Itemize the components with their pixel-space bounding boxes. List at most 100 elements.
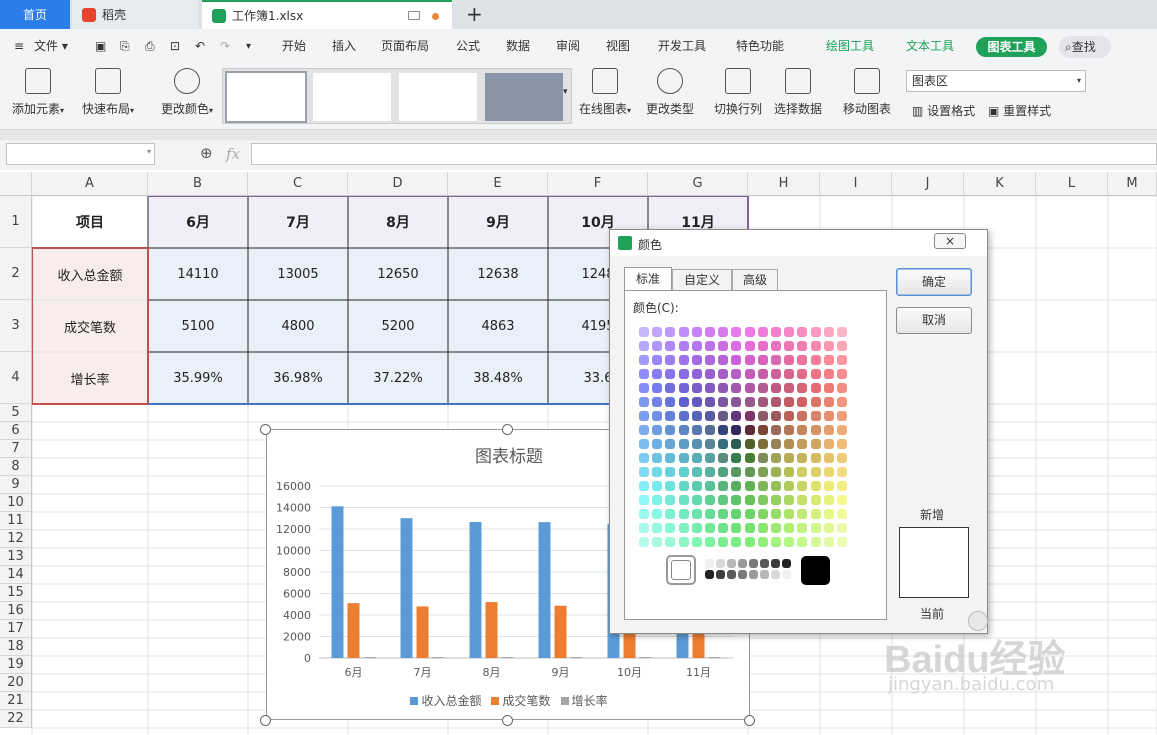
row-header-17[interactable]: 17: [0, 620, 32, 638]
row-header-8[interactable]: 8: [0, 458, 32, 476]
color-swatch[interactable]: [652, 411, 663, 421]
chart-style-1[interactable]: [225, 71, 307, 123]
color-swatch[interactable]: [652, 439, 663, 449]
undo-icon[interactable]: ↶: [195, 29, 205, 64]
column-header-C[interactable]: C: [248, 172, 348, 196]
gray-swatch[interactable]: [727, 570, 736, 579]
ok-button[interactable]: 确定: [896, 268, 972, 296]
row-header-18[interactable]: 18: [0, 638, 32, 656]
color-swatch[interactable]: [718, 467, 729, 477]
gray-swatch[interactable]: [760, 570, 769, 579]
legend-item[interactable]: 增长率: [560, 692, 608, 709]
color-swatch[interactable]: [757, 425, 768, 435]
color-swatch[interactable]: [823, 341, 834, 351]
color-swatch[interactable]: [797, 369, 808, 379]
color-swatch[interactable]: [810, 411, 821, 421]
reset-style-button[interactable]: ▣ 重置样式: [988, 102, 1051, 119]
color-swatch[interactable]: [639, 425, 649, 435]
resize-handle-se[interactable]: [744, 715, 755, 726]
color-swatch[interactable]: [705, 425, 715, 435]
color-swatch[interactable]: [718, 523, 729, 533]
color-swatch[interactable]: [837, 411, 847, 421]
chart-element-select[interactable]: 图表区 ▾: [906, 70, 1086, 92]
color-swatch[interactable]: [771, 453, 781, 463]
color-swatch[interactable]: [744, 467, 755, 477]
color-swatch[interactable]: [784, 509, 795, 519]
color-swatch[interactable]: [665, 411, 676, 421]
gray-swatch[interactable]: [716, 559, 725, 568]
color-swatch[interactable]: [691, 509, 702, 519]
color-swatch[interactable]: [639, 369, 649, 379]
color-swatch[interactable]: [837, 481, 847, 491]
column-header-H[interactable]: H: [748, 172, 820, 196]
menu-features[interactable]: 特色功能: [736, 29, 784, 64]
color-swatch[interactable]: [744, 453, 755, 463]
color-swatch[interactable]: [757, 383, 768, 393]
search-button[interactable]: ⌕查找: [1059, 36, 1111, 58]
menu-insert[interactable]: 插入: [332, 29, 356, 64]
color-swatch[interactable]: [639, 467, 649, 477]
table-cell[interactable]: 12638: [448, 248, 548, 300]
color-swatch[interactable]: [810, 425, 821, 435]
color-swatch[interactable]: [718, 481, 729, 491]
table-cell[interactable]: 35.99%: [148, 352, 248, 404]
tab-daoke[interactable]: 稻壳: [72, 0, 198, 29]
color-swatch[interactable]: [771, 537, 781, 547]
gray-swatch[interactable]: [738, 570, 747, 579]
gray-swatch[interactable]: [749, 570, 758, 579]
hamburger-icon[interactable]: ≡: [14, 29, 24, 64]
color-swatch[interactable]: [757, 537, 768, 547]
color-swatch[interactable]: [823, 327, 834, 337]
color-swatch[interactable]: [757, 523, 768, 533]
gray-swatch[interactable]: [716, 570, 725, 579]
table-cell[interactable]: 12650: [348, 248, 448, 300]
color-swatch[interactable]: [718, 537, 729, 547]
color-swatch[interactable]: [837, 355, 847, 365]
color-swatch[interactable]: [797, 495, 808, 505]
color-swatch[interactable]: [731, 537, 742, 547]
color-swatch[interactable]: [665, 383, 676, 393]
table-header-cell[interactable]: 6月: [148, 196, 248, 248]
color-swatch[interactable]: [784, 537, 795, 547]
color-swatch[interactable]: [837, 523, 847, 533]
color-swatch[interactable]: [810, 509, 821, 519]
table-cell[interactable]: 4800: [248, 300, 348, 352]
color-swatch[interactable]: [744, 397, 755, 407]
row-header-10[interactable]: 10: [0, 494, 32, 512]
color-swatch[interactable]: [639, 481, 649, 491]
color-swatch[interactable]: [731, 355, 742, 365]
color-swatch[interactable]: [810, 341, 821, 351]
menu-view[interactable]: 视图: [606, 29, 630, 64]
color-swatch[interactable]: [757, 439, 768, 449]
color-swatch[interactable]: [718, 495, 729, 505]
color-swatch[interactable]: [652, 467, 663, 477]
color-swatch[interactable]: [771, 355, 781, 365]
color-swatch[interactable]: [823, 495, 834, 505]
color-swatch[interactable]: [639, 397, 649, 407]
menu-chart-tools[interactable]: 图表工具: [976, 37, 1047, 57]
menu-text-tools[interactable]: 文本工具: [906, 29, 954, 64]
color-swatch[interactable]: [691, 369, 702, 379]
row-header-21[interactable]: 21: [0, 692, 32, 710]
color-swatch[interactable]: [678, 425, 689, 435]
bar-3[interactable]: [432, 657, 445, 658]
select-data-button[interactable]: 选择数据: [772, 68, 824, 117]
color-swatch[interactable]: [757, 341, 768, 351]
color-swatch[interactable]: [784, 355, 795, 365]
bar-2[interactable]: [554, 605, 567, 658]
color-swatch[interactable]: [744, 327, 755, 337]
color-swatch[interactable]: [757, 453, 768, 463]
preview-icon[interactable]: ⊡: [170, 29, 180, 64]
color-swatch[interactable]: [823, 481, 834, 491]
color-swatch[interactable]: [639, 327, 649, 337]
color-swatch[interactable]: [837, 439, 847, 449]
color-swatch[interactable]: [837, 383, 847, 393]
table-cell[interactable]: 5100: [148, 300, 248, 352]
color-swatch[interactable]: [797, 383, 808, 393]
formula-input[interactable]: [251, 143, 1157, 165]
color-swatch[interactable]: [771, 439, 781, 449]
menu-drawing-tools[interactable]: 绘图工具: [826, 29, 874, 64]
table-header-cell[interactable]: 9月: [448, 196, 548, 248]
column-header-F[interactable]: F: [548, 172, 648, 196]
color-swatch[interactable]: [639, 537, 649, 547]
